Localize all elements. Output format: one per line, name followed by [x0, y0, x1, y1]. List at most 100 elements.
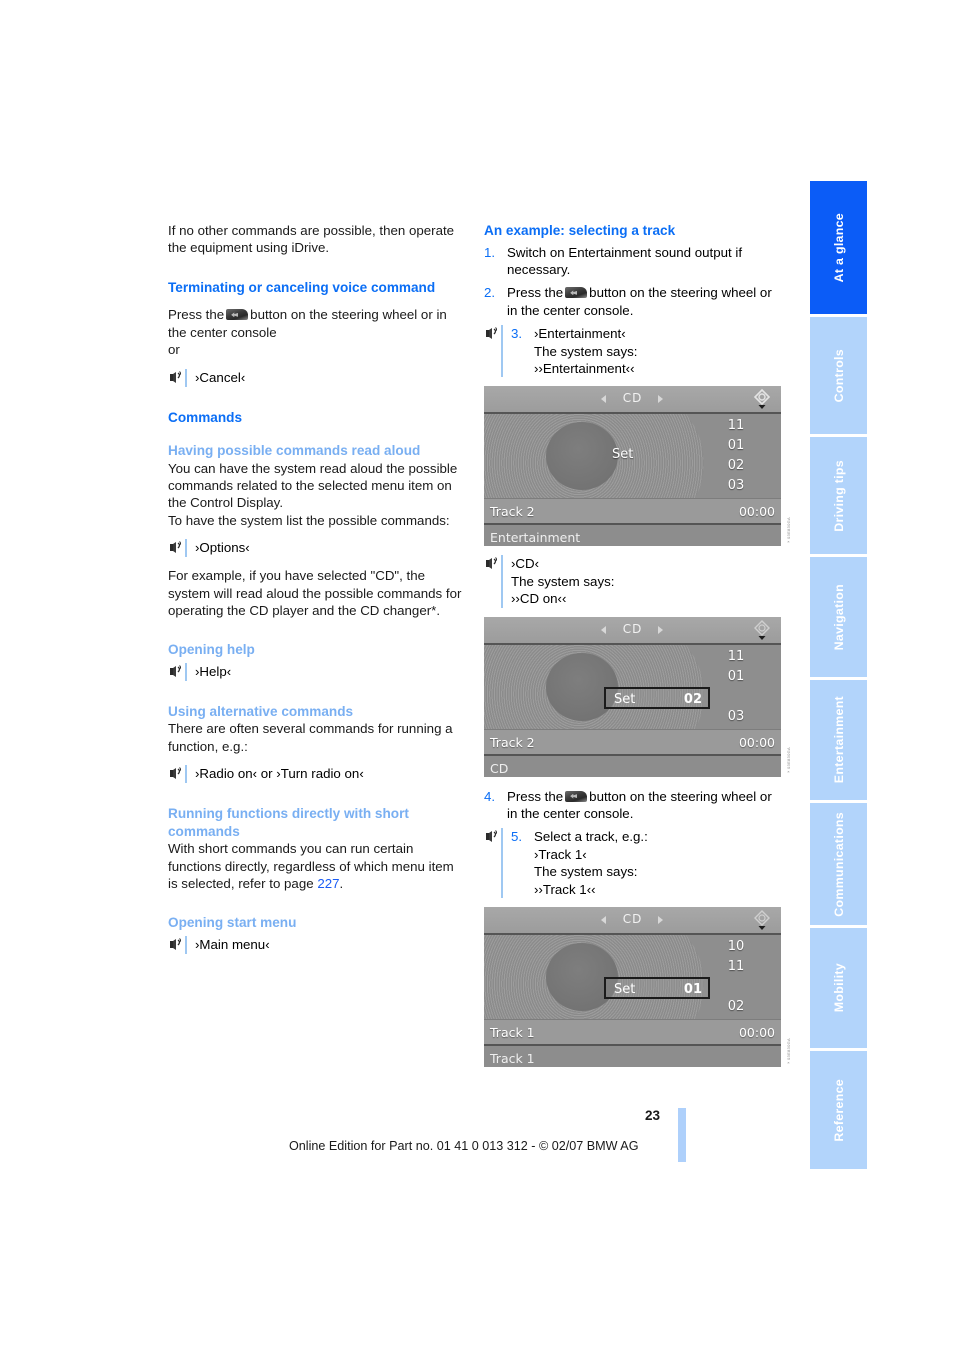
- cd-display-2-track-label: Track 2: [490, 734, 535, 750]
- step-5-says-label: The system says:: [534, 864, 638, 880]
- help-command-text: ›Help‹: [195, 663, 232, 679]
- manual-page: If no other commands are possible, then …: [0, 0, 954, 1351]
- step-1-text: Switch on Entertainment sound output if …: [507, 244, 743, 277]
- section-tab-strip: At a glance Controls Driving tips Naviga…: [810, 181, 867, 1171]
- cd-display-1-topbar: CD: [484, 386, 781, 415]
- voice-accent-bar: [501, 555, 503, 608]
- cd-display-2-track-list: 11 01 02 03: [715, 647, 757, 727]
- sidebar-tab-mobility[interactable]: Mobility: [810, 928, 867, 1048]
- voice-button-icon: [226, 309, 249, 321]
- cd-display-3-statusbar: Track 1: [484, 1046, 781, 1067]
- cd-display-3-track-label: Track 1: [490, 1025, 535, 1040]
- step-5-command: ›Track 1‹: [534, 846, 587, 862]
- voice-button-icon: [565, 287, 588, 299]
- cd-display-2-main: 11 01 02 03 Set 02: [484, 644, 781, 729]
- sidebar-tab-driving-tips[interactable]: Driving tips: [810, 437, 867, 554]
- short-commands-text-a: With short commands you can run certain …: [168, 841, 454, 891]
- cd-track-number[interactable]: 01: [715, 667, 757, 687]
- right-text-column: An example: selecting a track 1. Switch …: [484, 222, 791, 1067]
- cd-track-number[interactable]: 01: [715, 436, 757, 456]
- cd-track-number[interactable]: 11: [715, 647, 757, 667]
- cd-voice-command: ›CD‹: [511, 556, 540, 572]
- voice-command-icon: [168, 936, 184, 952]
- step-4-number: 4.: [484, 788, 496, 804]
- cd-track-number[interactable]: 02: [715, 997, 757, 1017]
- cd-voice-says-text: ››CD on‹‹: [511, 591, 567, 607]
- cd-hub-graphic: [546, 422, 618, 491]
- voice-command-icon: [484, 556, 500, 572]
- voice-command-icon: [484, 829, 500, 845]
- cd-display-3-main: 10 11 01 02 Set 01: [484, 935, 781, 1019]
- voice-command-help: ›Help‹: [168, 662, 464, 681]
- tab-label: Reference: [831, 1078, 846, 1142]
- voice-command-icon: [484, 326, 500, 342]
- page-reference-link[interactable]: 227: [317, 876, 339, 891]
- cd-display-2-trackbar: Track 2 00:00: [484, 728, 781, 756]
- sidebar-tab-entertainment[interactable]: Entertainment: [810, 680, 867, 800]
- sidebar-tab-reference[interactable]: Reference: [810, 1051, 867, 1169]
- heading-opening-start-menu: Opening start menu: [168, 915, 297, 931]
- step-4-text-before: Press the: [507, 788, 564, 804]
- cd-display-3-selection-box[interactable]: Set 01: [604, 977, 710, 999]
- cd-display-1-wrap: CD Set 11 01 02 03 Track 2 00:00 Enterta…: [484, 386, 791, 547]
- cd-display-2-status: CD: [490, 760, 509, 776]
- cd-track-number[interactable]: 02: [715, 456, 757, 476]
- cd-display-2-title: CD: [622, 621, 643, 636]
- sidebar-tab-navigation[interactable]: Navigation: [810, 557, 867, 677]
- step-5-text: Select a track, e.g.:: [534, 829, 648, 845]
- sidebar-tab-at-a-glance[interactable]: At a glance: [810, 181, 867, 314]
- sidebar-tab-communications[interactable]: Communications: [810, 803, 867, 925]
- voice-accent-bar: [501, 828, 503, 898]
- footer-accent-bar: [678, 1108, 686, 1162]
- cd-track-number[interactable]: 03: [715, 707, 757, 727]
- heading-read-aloud: Having possible commands read aloud: [168, 443, 421, 459]
- cd-display-3-title: CD: [622, 912, 643, 926]
- tab-label: Controls: [831, 348, 846, 403]
- cd-display-3-topbar: CD: [484, 907, 781, 935]
- cd-display-2-selection-box[interactable]: Set 02: [604, 686, 710, 709]
- heading-commands: Commands: [168, 409, 243, 425]
- step-1-number: 1.: [484, 244, 496, 260]
- voice-accent-bar: [185, 662, 187, 681]
- cd-display-1: CD Set 11 01 02 03 Track 2 00:00 Enterta…: [484, 386, 781, 547]
- cd-track-number[interactable]: 03: [715, 476, 757, 496]
- tab-label: Mobility: [831, 963, 846, 1013]
- cd-track-number[interactable]: 11: [715, 416, 757, 436]
- voice-accent-bar: [501, 325, 503, 378]
- figure-reference-code: ×03E830GA: [786, 517, 791, 545]
- cd-display-1-title: CD: [622, 391, 643, 406]
- alternative-commands-paragraph: There are often several commands for run…: [168, 721, 453, 754]
- cd-track-number[interactable]: 11: [715, 957, 757, 977]
- cd-display-3-set-label: Set: [614, 982, 636, 997]
- page-number: 23: [644, 1108, 660, 1123]
- cd-display-2-time: 00:00: [738, 734, 775, 750]
- tab-label: Navigation: [831, 583, 846, 651]
- footer-edition-text: Online Edition for Part no. 01 41 0 013 …: [289, 1139, 639, 1153]
- intro-paragraph: If no other commands are possible, then …: [168, 223, 455, 256]
- terminating-text-before: Press the: [168, 307, 225, 323]
- step-2-number: 2.: [484, 285, 496, 301]
- cd-track-number[interactable]: 10: [715, 937, 757, 957]
- step-2: 2. Press the button on the steering wheel…: [484, 284, 780, 319]
- cd-display-1-main: Set 11 01 02 03: [484, 414, 781, 499]
- tab-label: Communications: [831, 811, 846, 917]
- step-3-says-label: The system says:: [534, 343, 638, 359]
- cd-display-2-topbar: CD: [484, 616, 781, 645]
- cd-voice-says-label: The system says:: [511, 573, 615, 589]
- compass-icon: [751, 909, 773, 931]
- radio-command-text: ›Radio on‹ or ›Turn radio on‹: [195, 766, 364, 782]
- cd-display-3-status: Track 1: [490, 1051, 535, 1066]
- voice-accent-bar: [185, 765, 187, 784]
- voice-command-icon: [168, 369, 184, 385]
- right-arrow-icon: [658, 395, 663, 404]
- cd-display-2-wrap: CD 11 01 03 Set 02 Track 2 00:00 CD ×03E…: [484, 616, 791, 777]
- voice-command-icon: [168, 766, 184, 782]
- figure-reference-code: ×03E830GA: [786, 1037, 791, 1065]
- step-3-says-text: ››Entertainment‹‹: [534, 360, 635, 376]
- tab-label: At a glance: [831, 212, 846, 283]
- cd-example-paragraph: For example, if you have selected "CD", …: [168, 568, 462, 618]
- step-5-says-text: ››Track 1‹‹: [534, 881, 596, 897]
- voice-accent-bar: [185, 539, 187, 558]
- voice-button-icon: [565, 790, 588, 802]
- sidebar-tab-controls[interactable]: Controls: [810, 317, 867, 434]
